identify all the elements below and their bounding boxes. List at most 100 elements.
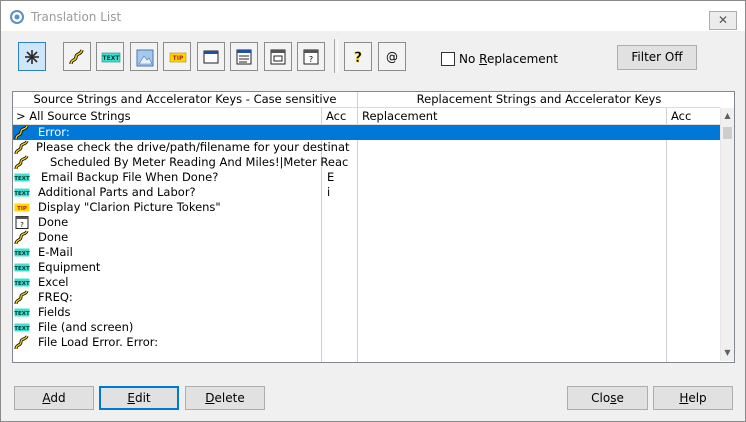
add-button[interactable]: Add — [14, 386, 94, 410]
no-replacement-label: No Replacement — [459, 52, 559, 66]
translation-list[interactable]: Source Strings and Accelerator Keys - Ca… — [12, 91, 735, 363]
source-string-text: Please check the drive/path/filename for… — [36, 140, 350, 154]
source-column-header[interactable]: > All Source Strings — [16, 108, 316, 125]
list-rows: Error: Please check the drive/path/filena… — [13, 125, 721, 350]
list-row[interactable]: Done — [13, 230, 721, 245]
delete-button[interactable]: Delete — [185, 386, 265, 410]
edit-button[interactable]: Edit — [99, 386, 179, 410]
filter-off-button[interactable]: Filter Off — [617, 45, 697, 70]
source-string-text: Excel — [38, 275, 69, 289]
svg-text:?: ? — [309, 55, 313, 64]
text-badge-icon: TEXT — [14, 245, 30, 260]
list-row[interactable]: TIP Display "Clarion Picture Tokens" — [13, 200, 721, 215]
picture-icon — [136, 49, 154, 67]
scroll-up-arrow-icon[interactable]: ▲ — [721, 108, 734, 124]
no-replacement-checkbox-box[interactable] — [441, 52, 455, 66]
list-row[interactable]: Please check the drive/path/filename for… — [13, 140, 721, 155]
close-button[interactable]: Close — [567, 386, 648, 410]
svg-text:?: ? — [20, 221, 24, 229]
help-button[interactable]: Help — [653, 386, 733, 410]
text-badge-icon: TEXT — [14, 185, 30, 200]
at-button[interactable]: @ — [378, 42, 406, 71]
frame-strings-button[interactable] — [264, 42, 292, 71]
acc2-column-header[interactable]: Acc — [671, 108, 711, 125]
source-string-text: Additional Parts and Labor? — [38, 185, 196, 199]
list-row[interactable]: ? Done — [13, 215, 721, 230]
source-string-text: Email Backup File When Done? — [41, 170, 219, 184]
window-close-button[interactable]: ✕ — [709, 11, 737, 30]
squiggle-icon — [14, 230, 30, 245]
svg-text:?: ? — [354, 50, 362, 66]
svg-text:@: @ — [386, 50, 398, 64]
vertical-scrollbar[interactable]: ▲ ▼ — [720, 108, 734, 361]
tip-strings-button[interactable]: TIP — [163, 42, 191, 71]
title-bar: Translation List ✕ — [1, 1, 745, 31]
source-string-text: Fields — [38, 305, 71, 319]
window-icon — [203, 50, 219, 64]
text-badge-icon: TEXT — [14, 305, 30, 320]
squiggle-icon — [14, 140, 30, 155]
asterisk-icon — [25, 50, 39, 64]
window-strings-button[interactable] — [197, 42, 225, 71]
squiggle-icon — [14, 335, 30, 350]
svg-text:TEXT: TEXT — [14, 311, 30, 317]
accelerator-key-text: i — [327, 185, 331, 199]
list-row[interactable]: Error: — [13, 125, 721, 140]
svg-text:TEXT: TEXT — [14, 326, 30, 332]
prompt-strings-button[interactable]: ? — [297, 42, 325, 71]
list-row[interactable]: File Load Error. Error: — [13, 335, 721, 350]
list-row[interactable]: TEXT File (and screen) — [13, 320, 721, 335]
svg-text:TEXT: TEXT — [14, 281, 30, 287]
svg-text:TIP: TIP — [173, 55, 184, 62]
source-string-text: Done — [38, 230, 69, 244]
acc-column-header[interactable]: Acc — [326, 108, 356, 125]
tip-badge-icon: TIP — [14, 200, 30, 215]
report-icon — [236, 49, 252, 65]
squiggle-icon — [69, 49, 84, 65]
accelerator-strings-button[interactable] — [63, 42, 91, 71]
svg-text:TEXT: TEXT — [103, 55, 121, 62]
squiggle-icon — [14, 290, 30, 305]
window-title: Translation List — [31, 10, 122, 24]
list-row[interactable]: TEXT Additional Parts and Labor? i — [13, 185, 721, 200]
list-row[interactable]: Scheduled By Meter Reading And Miles!|Me… — [13, 155, 721, 170]
translation-list-window: Translation List ✕ TEXT TIP ? ? @ No Rep… — [0, 0, 746, 422]
question-icon: ? — [354, 50, 363, 66]
list-row[interactable]: FREQ: — [13, 290, 721, 305]
list-row[interactable]: TEXT Email Backup File When Done? E — [13, 170, 721, 185]
squiggle-icon — [14, 125, 30, 140]
list-row[interactable]: TEXT Fields — [13, 305, 721, 320]
scroll-thumb[interactable] — [723, 127, 732, 139]
source-string-text: Done — [38, 215, 69, 229]
list-row[interactable]: TEXT Equipment — [13, 260, 721, 275]
svg-text:TEXT: TEXT — [14, 191, 30, 197]
report-strings-button[interactable] — [230, 42, 258, 71]
source-string-text: File Load Error. Error: — [38, 335, 159, 349]
source-string-text: Scheduled By Meter Reading And Miles!|Me… — [50, 155, 349, 169]
scroll-down-arrow-icon[interactable]: ▼ — [721, 345, 734, 361]
replacement-group-header: Replacement Strings and Accelerator Keys — [358, 92, 720, 108]
picture-strings-button[interactable] — [130, 42, 158, 71]
prompt-icon: ? — [14, 215, 30, 230]
svg-text:TEXT: TEXT — [14, 176, 30, 182]
text-badge-icon: TEXT — [101, 52, 121, 63]
source-string-text: Display "Clarion Picture Tokens" — [38, 200, 221, 214]
toolbar-separator — [334, 39, 338, 73]
frame-icon — [270, 49, 286, 65]
list-row[interactable]: TEXT E-Mail — [13, 245, 721, 260]
tip-badge-icon: TIP — [169, 52, 187, 63]
at-icon: @ — [386, 50, 398, 64]
help-button-toolbar[interactable]: ? — [344, 42, 372, 71]
list-row[interactable]: TEXT Excel — [13, 275, 721, 290]
text-badge-icon: TEXT — [14, 260, 30, 275]
all-strings-button[interactable] — [18, 42, 46, 71]
text-strings-button[interactable]: TEXT — [96, 42, 124, 71]
source-string-text: E-Mail — [38, 245, 73, 259]
source-string-text: FREQ: — [38, 290, 73, 304]
source-string-text: Equipment — [38, 260, 101, 274]
text-badge-icon: TEXT — [14, 275, 30, 290]
replacement-column-header[interactable]: Replacement — [362, 108, 662, 125]
text-badge-icon: TEXT — [14, 320, 30, 335]
svg-text:TEXT: TEXT — [14, 266, 30, 272]
source-string-text: Error: — [38, 125, 70, 139]
